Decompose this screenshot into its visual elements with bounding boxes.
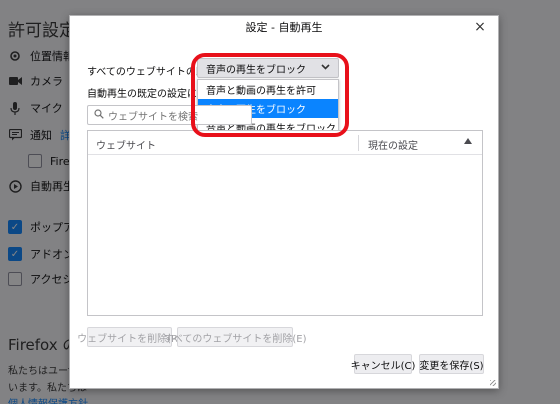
sort-ascending-icon [464, 137, 472, 146]
website-list-table[interactable]: ウェブサイト 現在の設定 [87, 130, 483, 316]
search-icon [94, 108, 104, 122]
override-description: 自動再生の既定の設定によ [87, 89, 207, 100]
save-changes-button[interactable]: 変更を保存(S) [419, 354, 484, 374]
close-icon[interactable]: × [472, 19, 488, 35]
column-divider [358, 135, 359, 151]
annotation-highlight [191, 53, 349, 137]
remove-all-websites-button[interactable]: すべてのウェブサイトを削除(E) [163, 327, 307, 347]
dialog-title: 設定 - 自動再生 [245, 21, 323, 34]
remove-website-button[interactable]: ウェブサイトを削除(R) [77, 327, 182, 347]
cancel-button[interactable]: キャンセル(C) [351, 354, 415, 374]
search-placeholder: ウェブサイトを検索 [108, 111, 198, 123]
resize-grip-icon[interactable] [490, 380, 496, 386]
dialog-titlebar: 設定 - 自動再生 [70, 16, 498, 38]
column-header-status[interactable]: 現在の設定 [368, 137, 418, 152]
column-header-website[interactable]: ウェブサイト [96, 137, 156, 152]
